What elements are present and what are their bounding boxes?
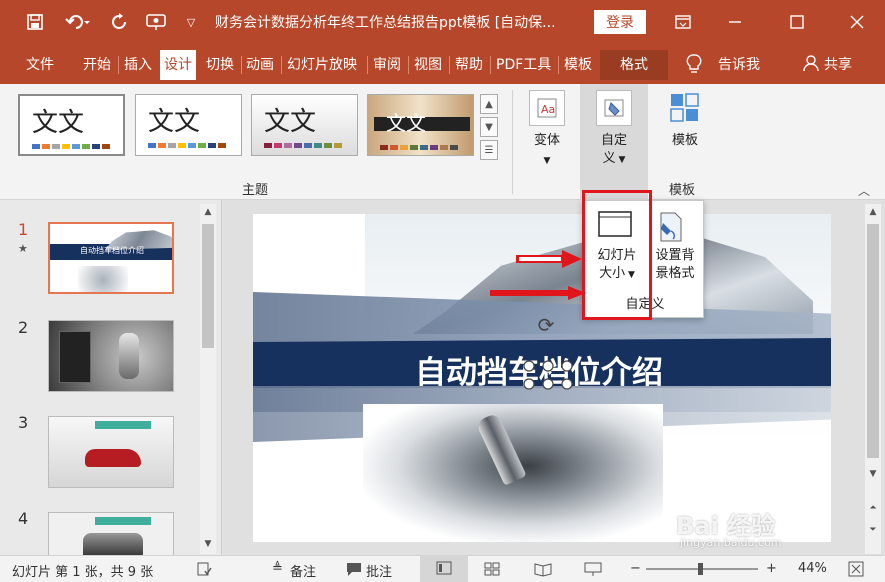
editor-scroll-down-icon[interactable]: ▼ [865, 466, 881, 482]
zoom-level[interactable]: 44% [798, 561, 827, 576]
ribbon-tabs: 文件 开始 插入 设计 切换 动画 幻灯片放映 审阅 视图 帮助 PDF工具 模… [0, 44, 885, 84]
tab-design[interactable]: 设计 [160, 50, 196, 80]
tab-review[interactable]: 审阅 [373, 54, 401, 76]
share-button[interactable]: 共享 [824, 54, 852, 76]
thumbnail-scrollbar[interactable]: ▲ ▼ [200, 204, 216, 554]
slide-number-1: 1 [18, 220, 29, 239]
theme-2[interactable]: 文文 [135, 94, 242, 156]
zoom-in-icon[interactable]: + [766, 561, 777, 576]
lightbulb-icon[interactable] [686, 54, 702, 76]
undo-icon[interactable] [60, 8, 96, 36]
tab-insert[interactable]: 插入 [124, 54, 152, 76]
customize-qat-icon[interactable]: ▽ [176, 8, 206, 36]
tab-transitions[interactable]: 切换 [206, 54, 234, 76]
tab-home[interactable]: 开始 [83, 54, 111, 76]
slide-number-2: 2 [18, 318, 29, 337]
minimize-icon[interactable] [720, 8, 750, 36]
gallery-down-icon[interactable]: ▼ [480, 117, 498, 137]
theme-office[interactable]: 文文 [18, 94, 125, 156]
theme-4[interactable]: 文文 [367, 94, 474, 156]
template-icon[interactable] [669, 92, 701, 124]
login-button[interactable]: 登录 [594, 10, 646, 34]
tab-animations[interactable]: 动画 [246, 54, 274, 76]
variants-chevron-icon[interactable]: ▼ [540, 152, 554, 170]
variants-button[interactable]: 变体 [525, 132, 569, 150]
variants-icon[interactable]: Aa [529, 90, 565, 126]
red-arrow-icon [516, 250, 582, 268]
slideshow-view-icon[interactable] [584, 561, 602, 581]
theme-3[interactable]: 文文 [251, 94, 358, 156]
save-icon[interactable] [20, 8, 50, 36]
redo-icon[interactable] [104, 8, 134, 36]
slide-number-4: 4 [18, 509, 29, 528]
thumb-scroll-down-icon[interactable]: ▼ [200, 536, 216, 552]
normal-view-icon[interactable] [436, 560, 452, 580]
comments-icon[interactable] [346, 561, 362, 581]
prev-slide-icon[interactable]: ⏶ [865, 500, 881, 516]
slide-count: 幻灯片 第 1 张，共 9 张 [12, 565, 154, 580]
tab-template[interactable]: 模板 [564, 54, 592, 76]
customize-icon[interactable] [596, 90, 632, 126]
maximize-icon[interactable] [782, 8, 812, 36]
tab-view[interactable]: 视图 [414, 54, 442, 76]
thumb-scroll-thumb[interactable] [202, 224, 214, 348]
group-theme-label: 主题 [242, 183, 269, 198]
format-background-label-2[interactable]: 景格式 [645, 265, 705, 283]
svg-text:Aa: Aa [541, 103, 555, 116]
customize-label-1[interactable]: 自定 [592, 132, 636, 150]
document-title: 财务会计数据分析年终工作总结报告ppt模板 [自动保... [215, 15, 556, 31]
slide-number-3: 3 [18, 413, 29, 432]
tab-help[interactable]: 帮助 [455, 54, 483, 76]
slide-thumbnail-1[interactable]: 自动挡车档位介绍 [48, 222, 174, 294]
slide-thumbnail-pane: 1 ★ 自动挡车档位介绍 2 3 4 ▲ ▼ [0, 200, 222, 555]
slide-thumbnail-4[interactable] [48, 512, 174, 555]
gallery-more-icon[interactable]: ☰ [480, 140, 498, 160]
rotate-handle-icon[interactable]: ⟳ [535, 314, 557, 336]
format-background-icon[interactable] [653, 209, 689, 245]
slide-sorter-icon[interactable] [484, 561, 500, 581]
highlight-box [582, 190, 652, 320]
close-icon[interactable] [842, 8, 872, 36]
spellcheck-icon[interactable] [196, 561, 212, 581]
reading-view-icon[interactable] [534, 561, 552, 581]
editor-scroll-thumb[interactable] [867, 224, 879, 458]
zoom-slider-thumb[interactable] [698, 563, 703, 575]
group-template-label: 模板 [669, 183, 696, 198]
tab-file[interactable]: 文件 [26, 54, 54, 76]
red-arrow-2-icon [490, 286, 586, 300]
thumb-scroll-up-icon[interactable]: ▲ [200, 204, 216, 220]
tell-me-input[interactable]: 告诉我 [718, 54, 760, 76]
title-bar: ▽ 财务会计数据分析年终工作总结报告ppt模板 [自动保... 登录 [0, 0, 885, 44]
editor-scrollbar[interactable]: ▲ ▼ ⏶ ⏷ [865, 204, 881, 554]
template-button[interactable]: 模板 [663, 132, 707, 150]
fit-slide-icon[interactable] [848, 561, 864, 581]
share-icon[interactable] [802, 54, 820, 76]
present-icon[interactable] [140, 8, 172, 36]
animation-star-icon: ★ [18, 242, 28, 255]
gallery-up-icon[interactable]: ▲ [480, 94, 498, 114]
notes-icon[interactable]: ≜ [272, 561, 283, 576]
collapse-ribbon-icon[interactable]: ︿ [858, 182, 870, 199]
ribbon-display-icon[interactable] [668, 8, 698, 36]
editor-scroll-up-icon[interactable]: ▲ [865, 204, 881, 220]
selection-handles[interactable] [523, 360, 573, 390]
next-slide-icon[interactable]: ⏷ [865, 522, 881, 538]
watermark-sub: jingyan.baidu.com [680, 536, 782, 549]
customize-label-2[interactable]: 义 ▼ [592, 150, 636, 169]
slide-thumbnail-2[interactable] [48, 320, 174, 392]
ribbon-design: 文文 文文 文文 文文 ▲ ▼ ☰ 主题 Aa 变体 ▼ 自定 义 ▼ 模板 模… [0, 84, 885, 200]
zoom-out-icon[interactable]: − [630, 561, 641, 576]
tab-slideshow[interactable]: 幻灯片放映 [287, 54, 357, 76]
slide-thumbnail-3[interactable] [48, 416, 174, 488]
tab-format[interactable]: 格式 [600, 50, 668, 80]
tab-pdf-tools[interactable]: PDF工具 [496, 54, 551, 76]
comments-button[interactable]: 批注 [366, 561, 392, 580]
notes-button[interactable]: 备注 [290, 561, 316, 580]
status-bar: 幻灯片 第 1 张，共 9 张 ≜ 备注 批注 − + 44% [0, 555, 885, 582]
format-background-label-1[interactable]: 设置背 [645, 247, 705, 265]
